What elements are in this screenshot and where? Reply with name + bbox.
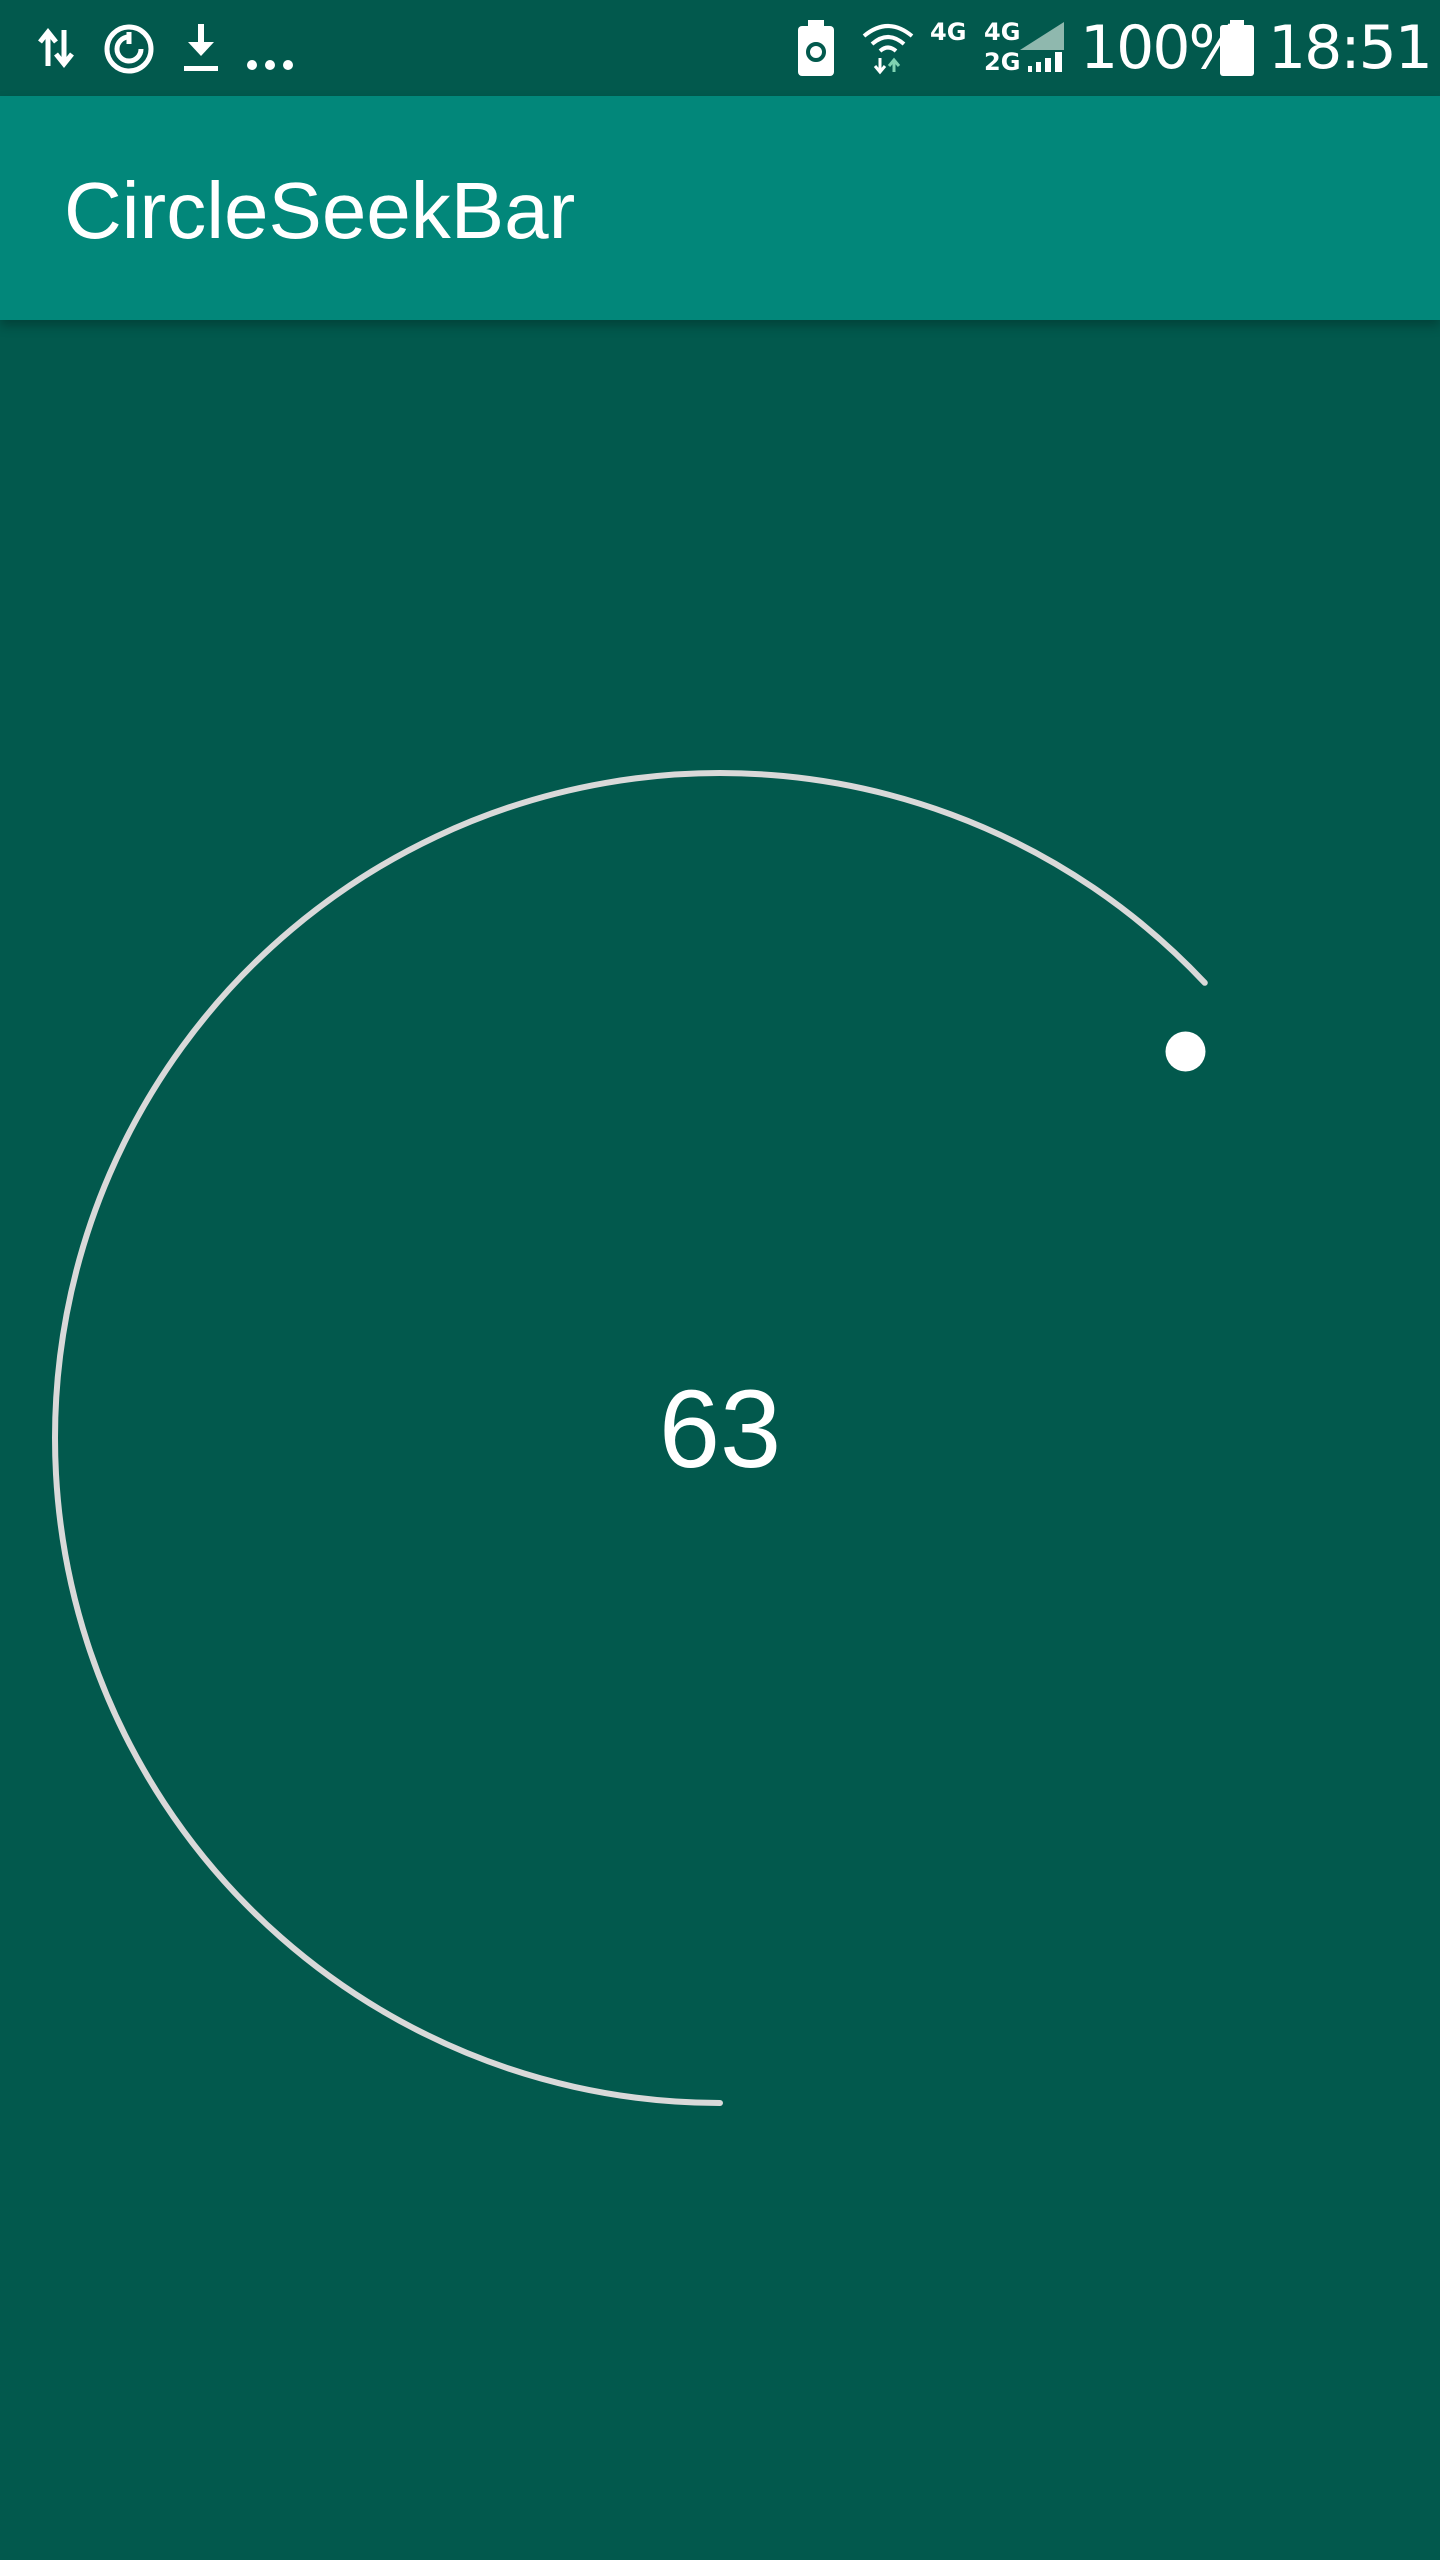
battery-percentage: 100% (1080, 13, 1246, 83)
data-transfer-icon (38, 27, 74, 69)
app-title: CircleSeekBar (64, 166, 576, 255)
network-type-4g-sim2: 4G (984, 18, 1021, 46)
status-bar: 4G 4G 2G 100% 18:51 (0, 0, 1440, 96)
sync-icon (104, 24, 154, 74)
seekbar-thumb[interactable] (1165, 1031, 1206, 1072)
battery-icon (1220, 20, 1254, 76)
network-type-4g: 4G (930, 18, 967, 46)
app-bar: CircleSeekBar (0, 96, 1440, 320)
seekbar-value: 63 (658, 1368, 782, 1491)
clock: 18:51 (1268, 13, 1433, 83)
battery-saver-icon (798, 20, 834, 76)
more-notifications-icon (247, 60, 293, 70)
signal-icon (1020, 22, 1064, 72)
wifi-icon (862, 24, 914, 75)
main-content: 63 (0, 320, 1440, 2560)
download-icon (184, 24, 218, 71)
network-type-2g: 2G (984, 48, 1021, 76)
